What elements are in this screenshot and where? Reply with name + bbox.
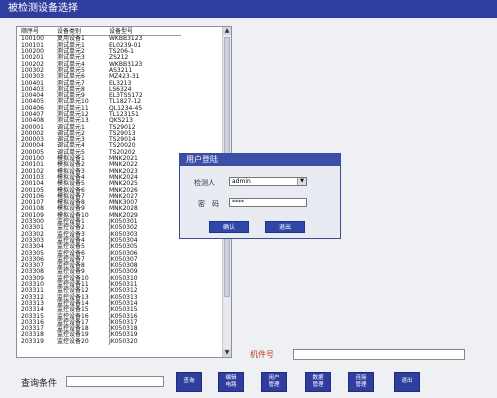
machine-number-input[interactable]	[293, 349, 465, 360]
user-select[interactable]: admin ▼	[229, 177, 307, 186]
scroll-up-icon[interactable]: ▲	[223, 27, 231, 35]
login-dialog: 用户登陆 检测人 admin ▼ 密 码 **** 确认 退出	[179, 153, 341, 239]
data-manage-button[interactable]: 数据 管理	[305, 372, 331, 392]
query-input[interactable]	[66, 376, 164, 387]
user-select-value: admin	[232, 178, 251, 185]
edit-circuit-button[interactable]: 编辑 电路	[218, 372, 244, 392]
user-manage-button[interactable]: 用户 管理	[261, 372, 287, 392]
login-exit-button[interactable]: 退出	[265, 221, 305, 233]
exit-button[interactable]: 退出	[394, 372, 420, 392]
user-label: 检测人	[194, 179, 215, 187]
password-field[interactable]: ****	[229, 198, 307, 207]
table-row[interactable]: 203319 监控设备20 JK050320	[19, 337, 181, 345]
login-title: 用户登陆	[180, 154, 340, 166]
connect-manage-button[interactable]: 连接 管理	[348, 372, 374, 392]
scroll-down-icon[interactable]: ▼	[223, 349, 231, 357]
cell-category: 监控设备20	[57, 337, 89, 345]
cell-seq: 203319	[21, 337, 44, 345]
window-title: 被检测设备选择	[0, 0, 497, 18]
query-label: 查询条件	[21, 379, 58, 389]
device-table: 顺序号 设备类别 设备型号 100100 复用设备1 WKBB3123 100101 测…	[19, 29, 181, 345]
password-label: 密 码	[198, 200, 219, 208]
confirm-button[interactable]: 确认	[209, 221, 249, 233]
machine-number-label: 机件号	[250, 350, 274, 359]
query-button[interactable]: 查询	[176, 372, 202, 392]
chevron-down-icon[interactable]: ▼	[297, 178, 306, 185]
cell-model: JK050320	[109, 337, 138, 345]
device-table-body: 100100 复用设备1 WKBB3123 100101 测试单元1 EL0239-01 1…	[19, 36, 181, 345]
